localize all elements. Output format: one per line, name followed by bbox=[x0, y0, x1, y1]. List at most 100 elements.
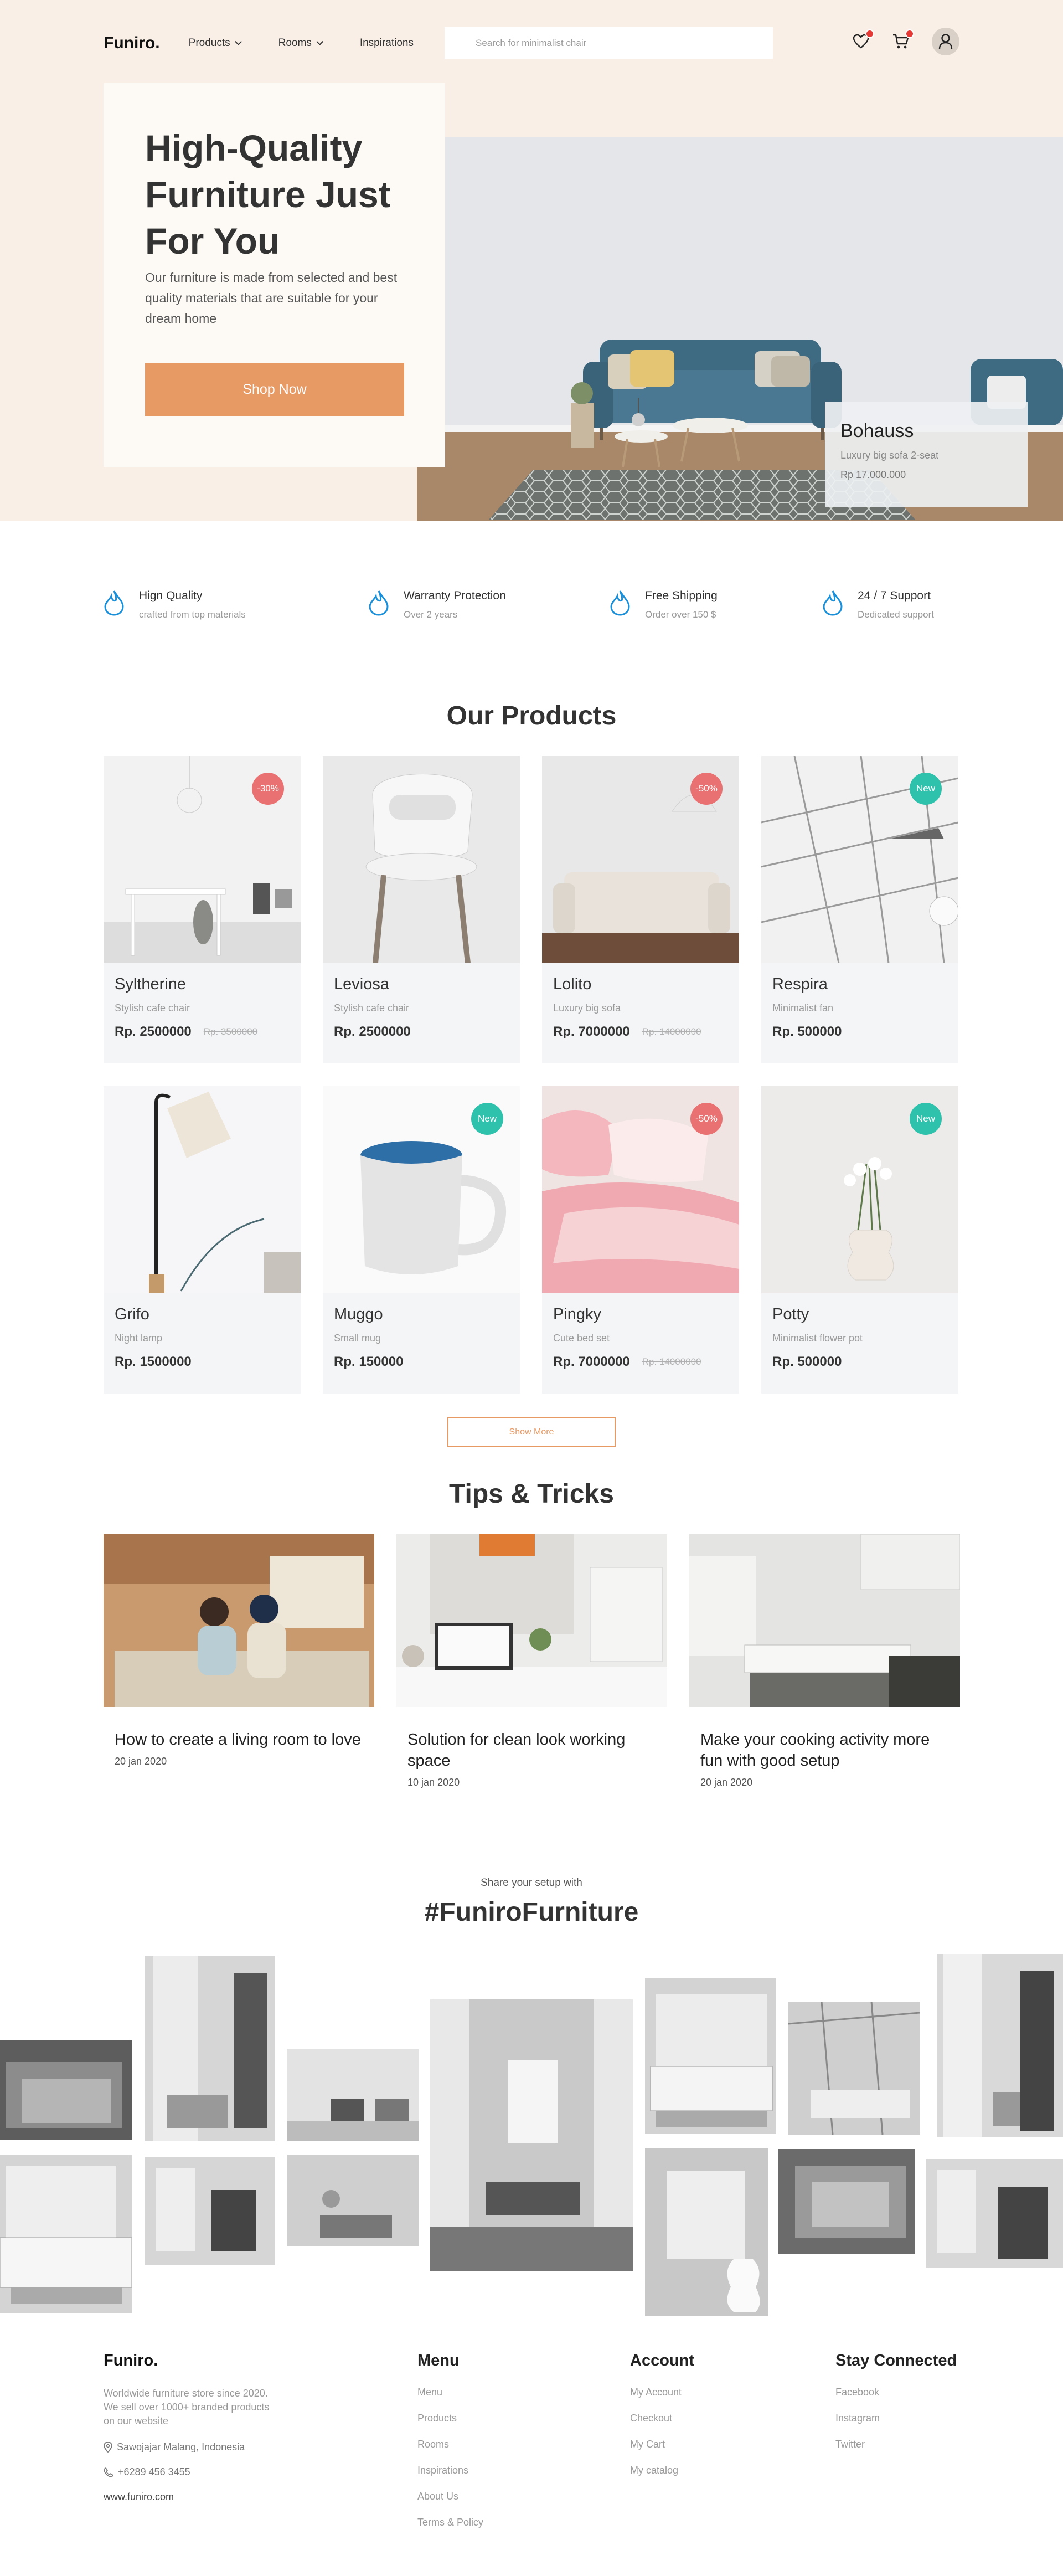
product-name: Syltherine bbox=[115, 975, 186, 993]
footer-menu-title: Menu bbox=[417, 2352, 460, 2369]
show-more-button[interactable]: Show More bbox=[447, 1417, 616, 1447]
location-pin-icon bbox=[104, 2441, 112, 2453]
gallery-image[interactable] bbox=[430, 1999, 633, 2271]
product-desc: Small mug bbox=[334, 1333, 381, 1344]
footer-link-terms[interactable]: Terms & Policy bbox=[417, 2517, 483, 2528]
hero-subtitle: Our furniture is made from selected and … bbox=[145, 270, 398, 326]
hero-card: High-Quality Furniture Just For You Our … bbox=[104, 83, 445, 467]
footer-link-instagram[interactable]: Instagram bbox=[835, 2413, 957, 2424]
product-image: -50% bbox=[542, 756, 739, 963]
nav-inspirations-label: Inspirations bbox=[359, 37, 414, 49]
footer-link-about-us[interactable]: About Us bbox=[417, 2491, 483, 2502]
tip-title[interactable]: How to create a living room to love bbox=[104, 1729, 374, 1750]
product-desc: Luxury big sofa bbox=[553, 1002, 621, 1014]
gallery-image[interactable] bbox=[287, 2049, 419, 2141]
gallery-image[interactable] bbox=[645, 1978, 776, 2134]
footer-phone-text: +6289 456 3455 bbox=[118, 2466, 190, 2477]
footer-brand: Funiro. Worldwide furniture store since … bbox=[104, 2352, 281, 2503]
tip-date: 10 jan 2020 bbox=[407, 1777, 460, 1788]
product-old-price: Rp. 14000000 bbox=[642, 1356, 701, 1367]
logo[interactable]: Funiro. bbox=[104, 34, 160, 53]
nav-rooms[interactable]: Rooms bbox=[278, 37, 323, 49]
product-name: Potty bbox=[772, 1305, 809, 1323]
gallery-image[interactable] bbox=[778, 2149, 915, 2254]
footer-address-text: Sawojajar Malang, Indonesia bbox=[117, 2441, 245, 2452]
product-name: Respira bbox=[772, 975, 828, 993]
tip-card[interactable]: Make your cooking activity more fun with… bbox=[689, 1534, 960, 1788]
user-avatar-button[interactable] bbox=[932, 28, 959, 55]
feature-item: 24 / 7 Support Dedicated support bbox=[822, 589, 934, 620]
footer-link-twitter[interactable]: Twitter bbox=[835, 2439, 957, 2450]
product-image: -50% bbox=[542, 1086, 739, 1293]
footer-website[interactable]: www.funiro.com bbox=[104, 2491, 281, 2503]
product-card[interactable]: New Respira Minimalist fan Rp. 500000 bbox=[761, 756, 958, 1063]
footer-link-my-cart[interactable]: My Cart bbox=[630, 2439, 694, 2450]
product-name: Pingky bbox=[553, 1305, 602, 1323]
nav-inspirations[interactable]: Inspirations bbox=[360, 37, 414, 49]
product-card[interactable]: New Potty Minimalist flower pot Rp. 5000… bbox=[761, 1086, 958, 1394]
tip-date: 20 jan 2020 bbox=[115, 1756, 167, 1767]
footer-link-my-account[interactable]: My Account bbox=[630, 2387, 694, 2398]
tip-title[interactable]: Make your cooking activity more fun with… bbox=[689, 1729, 960, 1771]
footer-link-my-catalog[interactable]: My catalog bbox=[630, 2465, 694, 2476]
product-desc: Night lamp bbox=[115, 1333, 163, 1344]
gallery-image[interactable] bbox=[145, 2157, 275, 2265]
product-card[interactable]: -50% Lolito Luxury big sofa Rp. 7000000 R… bbox=[542, 756, 739, 1063]
main-nav: Products Rooms Inspirations bbox=[189, 37, 452, 49]
product-name: Grifo bbox=[115, 1305, 149, 1323]
product-card[interactable]: -50% Pingky Cute bed set Rp. 7000000 Rp. … bbox=[542, 1086, 739, 1394]
gallery-image[interactable] bbox=[145, 1956, 275, 2141]
nav-products[interactable]: Products bbox=[189, 37, 242, 49]
search-input[interactable] bbox=[476, 37, 773, 49]
footer-logo[interactable]: Funiro. bbox=[104, 2352, 281, 2370]
product-desc: Stylish cafe chair bbox=[334, 1002, 410, 1014]
product-card[interactable]: New Muggo Small mug Rp. 150000 bbox=[323, 1086, 520, 1394]
gallery-image[interactable] bbox=[0, 2040, 132, 2140]
shop-now-button[interactable]: Shop Now bbox=[145, 363, 404, 416]
footer-link-checkout[interactable]: Checkout bbox=[630, 2413, 694, 2424]
feature-item: Free Shipping Order over 150 $ bbox=[610, 589, 822, 620]
feature-item: Warranty Protection Over 2 years bbox=[368, 589, 610, 620]
footer-link-rooms[interactable]: Rooms bbox=[417, 2439, 483, 2450]
gallery-image[interactable] bbox=[287, 2155, 419, 2246]
nav-rooms-label: Rooms bbox=[278, 37, 312, 49]
footer-link-menu[interactable]: Menu bbox=[417, 2387, 483, 2398]
product-name: Lolito bbox=[553, 975, 592, 993]
footer-link-products[interactable]: Products bbox=[417, 2413, 483, 2424]
product-card[interactable]: -30% Syltherine Stylish cafe chair Rp. 2… bbox=[104, 756, 301, 1063]
feature-title: Warranty Protection bbox=[404, 589, 506, 602]
share-subtitle: Share your setup with bbox=[481, 1877, 582, 1889]
product-card[interactable]: Leviosa Stylish cafe chair Rp. 2500000 bbox=[323, 756, 520, 1063]
tip-card[interactable]: How to create a living room to love 20 j… bbox=[104, 1534, 374, 1788]
footer-link-inspirations[interactable]: Inspirations bbox=[417, 2465, 483, 2476]
product-card[interactable]: Grifo Night lamp Rp. 1500000 bbox=[104, 1086, 301, 1394]
product-image: New bbox=[761, 756, 958, 963]
footer-description: Worldwide furniture store since 2020. We… bbox=[104, 2388, 270, 2426]
footer-menu: Menu Menu Products Rooms Inspirations Ab… bbox=[417, 2352, 483, 2528]
drop-icon bbox=[369, 590, 389, 616]
cart-button[interactable] bbox=[892, 29, 914, 50]
feature-subtitle: Dedicated support bbox=[858, 609, 934, 620]
product-name: Leviosa bbox=[334, 975, 389, 993]
gallery-image[interactable] bbox=[937, 1954, 1063, 2137]
user-icon bbox=[938, 34, 953, 49]
gallery-image[interactable] bbox=[645, 2148, 768, 2316]
gallery-image[interactable] bbox=[0, 2155, 132, 2313]
gallery-image[interactable] bbox=[926, 2159, 1063, 2268]
product-grid-row-2: Grifo Night lamp Rp. 1500000 New Muggo S… bbox=[104, 1086, 959, 1394]
search-bar bbox=[445, 27, 773, 59]
drop-icon bbox=[104, 590, 124, 616]
footer-link-facebook[interactable]: Facebook bbox=[835, 2387, 957, 2398]
wishlist-button[interactable] bbox=[852, 29, 874, 50]
feature-title: 24 / 7 Support bbox=[858, 589, 931, 602]
tip-card[interactable]: Solution for clean look working space 10… bbox=[396, 1534, 667, 1788]
promo-card[interactable]: Bohauss Luxury big sofa 2-seat Rp 17.000… bbox=[825, 402, 1028, 507]
gallery-image[interactable] bbox=[788, 2002, 920, 2135]
product-price: Rp. 7000000 bbox=[553, 1024, 630, 1039]
tips-row: How to create a living room to love 20 j… bbox=[104, 1534, 960, 1788]
tip-image bbox=[104, 1534, 374, 1707]
product-price: Rp. 2500000 bbox=[334, 1024, 411, 1039]
new-badge: New bbox=[910, 773, 942, 805]
new-badge: New bbox=[471, 1103, 503, 1135]
tip-title[interactable]: Solution for clean look working space bbox=[396, 1729, 667, 1771]
